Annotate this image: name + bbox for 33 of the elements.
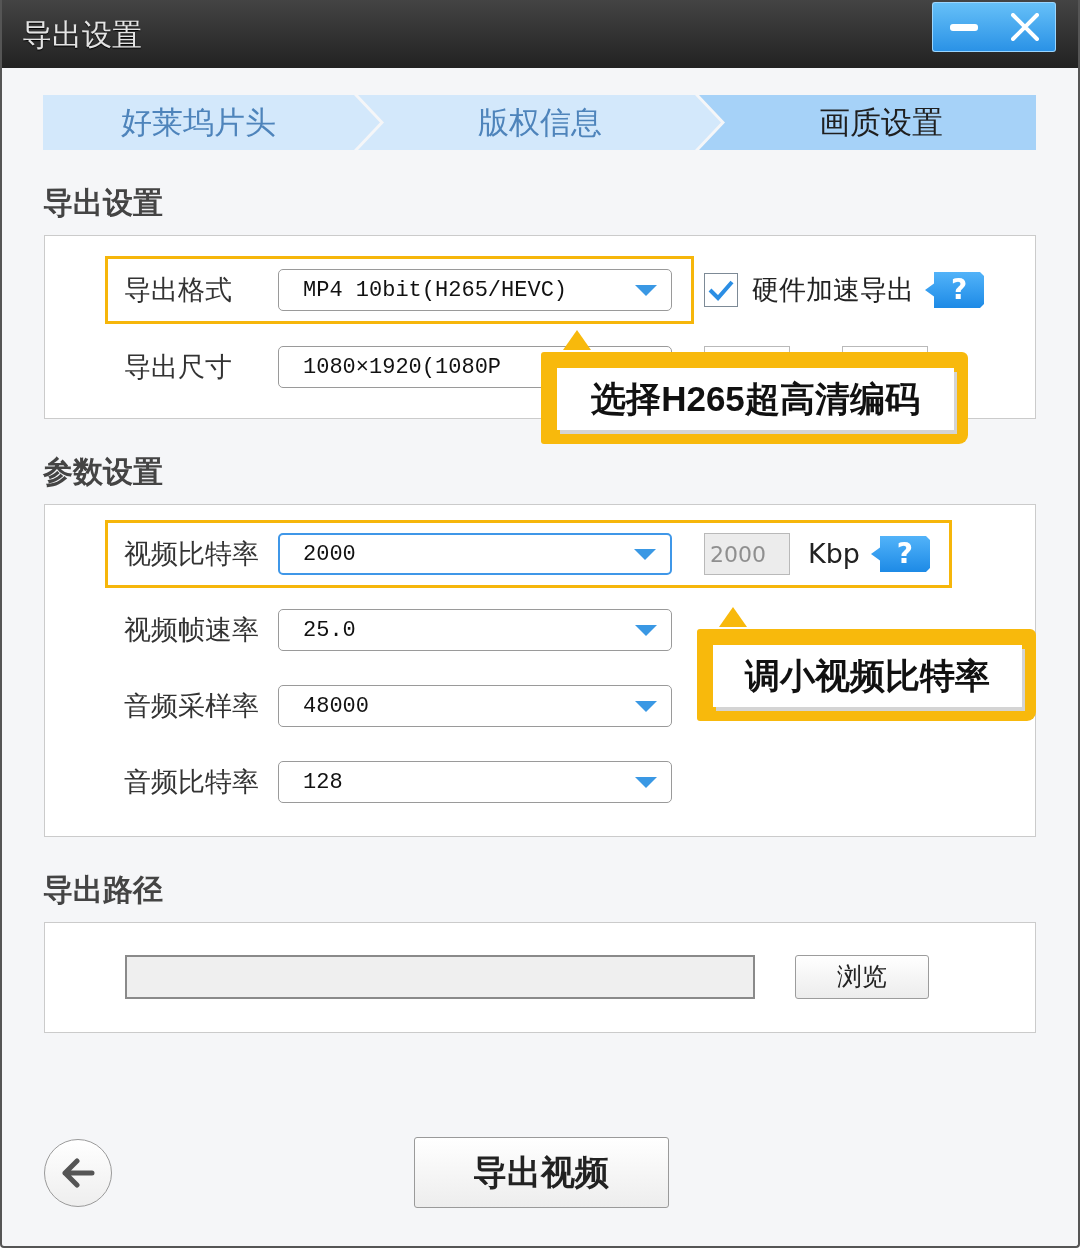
close-button[interactable] [994,2,1056,52]
caret-icon [635,776,657,788]
caret-icon [635,624,657,636]
browse-button[interactable]: 浏览 [795,955,929,999]
window-title: 导出设置 [22,17,142,51]
dropdown[interactable]: 25.0 [278,609,672,651]
export-button[interactable]: 导出视频 [413,1137,669,1208]
field-label: 导出格式 [124,273,232,305]
field-label: 视频帧速率 [124,613,259,645]
check-icon [708,279,734,301]
caret-icon [635,284,657,296]
close-icon [1010,13,1039,41]
minimize-button[interactable] [932,2,994,52]
field-label: 导出尺寸 [124,350,232,382]
section-heading: 导出设置 [43,188,163,218]
checkbox-label: 硬件加速导出 [752,272,914,307]
caret-icon [635,700,657,712]
field-label: 音频比特率 [124,765,259,797]
callout-tooltip: 调小视频比特率 [697,607,1036,721]
section-heading: 导出路径 [43,875,163,905]
checkbox[interactable] [704,273,738,307]
dropdown[interactable]: MP4 10bit(H265/HEVC) [278,269,672,311]
section-heading: 参数设置 [43,457,163,487]
dropdown[interactable]: 48000 [278,685,672,727]
unit-label: Kbp [808,536,860,571]
callout-tooltip: 选择H265超高清编码 [541,330,968,444]
caret-icon [634,548,656,560]
minimize-icon [949,23,978,31]
field-label: 音频采样率 [124,689,259,721]
field-label: 视频比特率 [124,537,259,569]
arrow-left-icon [61,1157,95,1188]
step-tab[interactable]: 画质设置 [699,95,1036,150]
dropdown[interactable]: 128 [278,761,672,803]
